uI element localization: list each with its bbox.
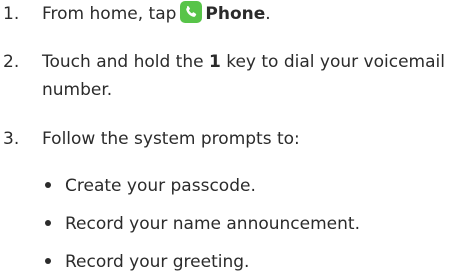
bullet-dot [45, 182, 51, 188]
step-1-text: From home, tap Phone. [42, 0, 474, 28]
step-1-number: 1. [3, 4, 20, 24]
phone-icon [180, 1, 203, 23]
step-2-text-before: Touch and hold the [42, 52, 204, 72]
bullet-dot [45, 220, 51, 226]
bullet-text: Record your greeting. [65, 252, 250, 272]
step-3-number: 3. [3, 129, 20, 149]
bullet-item: Create your passcode. [45, 172, 256, 200]
bullet-text: Record your name announcement. [65, 214, 360, 234]
instruction-document: 1. From home, tap Phone. 2. Touch and hol… [0, 0, 476, 276]
step-2-line-2: number. [42, 80, 113, 100]
step-2-number: 2. [3, 52, 20, 72]
bullet-dot [45, 258, 51, 264]
step-3-text: Follow the system prompts to: [42, 129, 300, 149]
step-2-text-after: key to dial your voicemail [226, 52, 445, 72]
bullet-item: Record your greeting. [45, 248, 249, 276]
step-2-key: 1 [208, 52, 221, 72]
bullet-item: Record your name announcement. [45, 210, 360, 238]
step-2-line-1: Touch and hold the 1 key to dial your vo… [42, 48, 474, 76]
bullet-text: Create your passcode. [65, 176, 256, 196]
step-1-app-name: Phone [205, 4, 266, 24]
step-1-suffix: . [265, 4, 271, 24]
step-1-prefix: From home, tap [42, 4, 177, 24]
